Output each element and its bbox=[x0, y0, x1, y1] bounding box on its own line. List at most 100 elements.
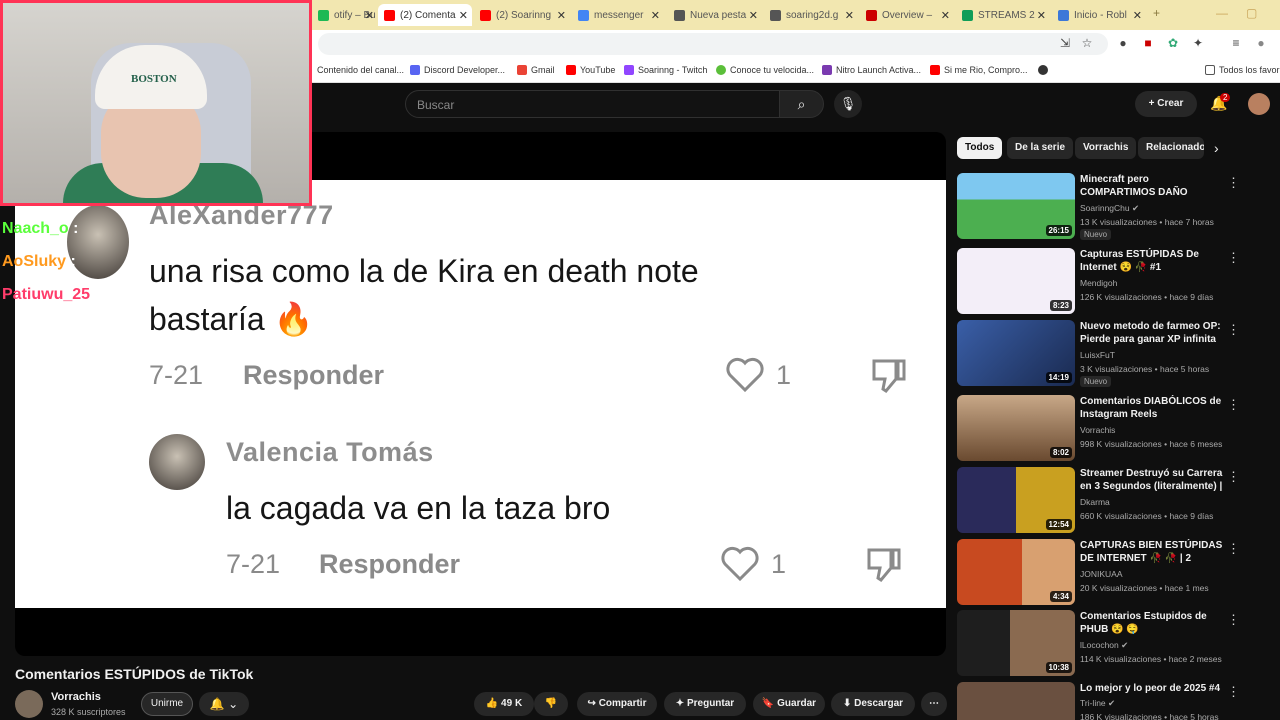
video-thumbnail[interactable]: 12:54 bbox=[957, 467, 1075, 533]
search-button[interactable]: ⌕ bbox=[779, 90, 824, 118]
download-button[interactable]: ⬇ Descargar bbox=[831, 692, 915, 716]
browser-tab-active[interactable]: (2) Comenta ✕ bbox=[378, 4, 472, 26]
browser-tab[interactable]: Overview – ✕ bbox=[860, 4, 954, 26]
sheets-icon bbox=[962, 9, 973, 21]
media-icon[interactable]: ≡ bbox=[1229, 36, 1243, 50]
related-video[interactable]: 12:54 Streamer Destruyó su Carrera en 3 … bbox=[957, 467, 1267, 535]
close-tab-icon[interactable]: ✕ bbox=[1133, 9, 1142, 22]
video-thumbnail[interactable]: 8:02 bbox=[957, 395, 1075, 461]
bookmark-item[interactable]: Nitro Launch Activa... bbox=[822, 65, 921, 75]
dislike-button[interactable]: 👎 bbox=[534, 692, 568, 716]
channel-avatar[interactable] bbox=[15, 690, 43, 718]
install-icon[interactable]: ⇲ bbox=[1058, 36, 1072, 50]
join-button[interactable]: Unirme bbox=[141, 692, 193, 716]
browser-tab[interactable]: STREAMS 2 ✕ bbox=[956, 4, 1050, 26]
browser-tab[interactable]: messenger ✕ bbox=[572, 4, 664, 26]
more-vert-icon[interactable]: ⋮ bbox=[1227, 541, 1240, 557]
minimize-icon[interactable]: — bbox=[1216, 6, 1228, 20]
browser-tab[interactable]: soaring2d.g ✕ bbox=[764, 4, 858, 26]
close-tab-icon[interactable]: ✕ bbox=[459, 9, 468, 22]
bookmark-item[interactable]: Contenido del canal... bbox=[317, 65, 404, 75]
spotify-icon bbox=[318, 9, 329, 21]
close-tab-icon[interactable]: ✕ bbox=[1037, 9, 1046, 22]
close-tab-icon[interactable]: ✕ bbox=[845, 9, 854, 22]
bell-icon: 🔔 ⌄ bbox=[209, 697, 239, 711]
comment-date: 7-21 bbox=[149, 360, 204, 390]
related-video[interactable]: 8:23 Capturas ESTÚPIDAS De Internet 😵 🥀 … bbox=[957, 248, 1267, 316]
browser-tab[interactable]: Nueva pesta ✕ bbox=[668, 4, 762, 26]
maximize-icon[interactable]: ▢ bbox=[1246, 6, 1257, 20]
chip-related[interactable]: Relacionado bbox=[1138, 137, 1204, 159]
related-video[interactable]: Lo mejor y lo peor de 2025 #4 Tri-line ✔… bbox=[957, 682, 1267, 720]
more-vert-icon[interactable]: ⋮ bbox=[1227, 250, 1240, 266]
related-video[interactable]: 8:02 Comentarios DIABÓLICOS de Instagram… bbox=[957, 395, 1267, 463]
video-player[interactable]: AleXander777 una risa como la de Kira en… bbox=[15, 132, 946, 656]
chip-channel[interactable]: Vorrachis bbox=[1075, 137, 1137, 159]
related-video[interactable]: 10:38 Comentarios Estupidos de PHUB 😵 🤤 … bbox=[957, 610, 1267, 678]
account-avatar[interactable] bbox=[1248, 93, 1270, 115]
more-vert-icon[interactable]: ⋮ bbox=[1227, 469, 1240, 485]
extension-icon[interactable]: ✿ bbox=[1166, 36, 1180, 50]
close-tab-icon[interactable]: ✕ bbox=[651, 9, 660, 22]
like-button[interactable]: 👍 49 K bbox=[474, 692, 534, 716]
video-thumbnail[interactable]: 4:34 bbox=[957, 539, 1075, 605]
more-vert-icon[interactable]: ⋮ bbox=[1227, 684, 1240, 700]
chat-message: AoSluky : bbox=[2, 253, 76, 270]
channel-name[interactable]: Vorrachis bbox=[51, 691, 101, 703]
bookmark-item[interactable]: Discord Developer... bbox=[410, 65, 505, 75]
ask-button[interactable]: ✦ Preguntar bbox=[664, 692, 746, 716]
extension-icon[interactable]: ● bbox=[1116, 36, 1130, 50]
more-vert-icon[interactable]: ⋮ bbox=[1227, 175, 1240, 191]
bookmark-star-icon[interactable]: ☆ bbox=[1080, 36, 1094, 50]
bookmark-item[interactable]: YouTube bbox=[566, 65, 615, 75]
more-vert-icon[interactable]: ⋮ bbox=[1227, 612, 1240, 628]
related-video[interactable]: 4:34 CAPTURAS BIEN ESTÚPIDAS DE INTERNET… bbox=[957, 539, 1267, 607]
browser-tab[interactable]: (2) Soarinng ✕ bbox=[474, 4, 570, 26]
more-vert-icon[interactable]: ⋮ bbox=[1227, 397, 1240, 413]
sparkle-icon: ✦ bbox=[675, 698, 687, 709]
chip-all[interactable]: Todos bbox=[957, 137, 1003, 159]
close-tab-icon[interactable]: ✕ bbox=[749, 9, 758, 22]
subscription-bell-button[interactable]: 🔔 ⌄ bbox=[199, 692, 249, 716]
video-thumbnail[interactable]: 26:15 bbox=[957, 173, 1075, 239]
globe-icon bbox=[770, 9, 781, 21]
speedtest-icon bbox=[716, 65, 726, 75]
browser-tab[interactable]: Inicio - Robl ✕ bbox=[1052, 4, 1146, 26]
bookmark-item[interactable]: Si me Rio, Compro... bbox=[930, 65, 1028, 75]
browser-tab[interactable]: otify – Bu ✕ bbox=[312, 4, 378, 26]
share-button[interactable]: ↪ Compartir bbox=[577, 692, 657, 716]
share-icon: ↪ bbox=[587, 698, 599, 709]
close-tab-icon[interactable]: ✕ bbox=[365, 9, 374, 22]
save-button[interactable]: 🔖 Guardar bbox=[753, 692, 825, 716]
video-thumbnail[interactable]: 8:23 bbox=[957, 248, 1075, 314]
video-thumbnail[interactable] bbox=[957, 682, 1075, 720]
extensions-puzzle-icon[interactable]: ✦ bbox=[1191, 36, 1205, 50]
more-vert-icon[interactable]: ⋮ bbox=[1227, 322, 1240, 338]
voice-search-button[interactable]: 🎙 bbox=[834, 90, 862, 118]
related-video[interactable]: 14:19 Nuevo metodo de farmeo OP: Pierde … bbox=[957, 320, 1267, 388]
search-input[interactable]: Buscar bbox=[405, 90, 780, 118]
related-video[interactable]: 26:15 Minecraft pero COMPARTIMOS DAÑO So… bbox=[957, 173, 1267, 241]
heart-icon bbox=[726, 357, 764, 393]
create-button[interactable]: + Crear bbox=[1135, 91, 1197, 117]
video-thumbnail[interactable]: 14:19 bbox=[957, 320, 1075, 386]
close-tab-icon[interactable]: ✕ bbox=[941, 9, 950, 22]
profile-icon[interactable]: ● bbox=[1254, 36, 1268, 50]
bookmark-item[interactable]: Conoce tu velocida... bbox=[716, 65, 814, 75]
address-bar[interactable] bbox=[318, 33, 1108, 55]
microphone-icon: 🎙 bbox=[839, 96, 857, 111]
close-tab-icon[interactable]: ✕ bbox=[557, 9, 566, 22]
bookmark-item[interactable]: Soarinng - Twitch bbox=[624, 65, 707, 75]
extension-icon[interactable]: ■ bbox=[1141, 36, 1155, 50]
chevron-right-icon[interactable]: › bbox=[1214, 140, 1219, 156]
globe-icon[interactable] bbox=[1038, 65, 1052, 75]
globe-icon bbox=[674, 9, 685, 21]
cap-text: BOSTON bbox=[131, 73, 177, 85]
new-tab-icon[interactable]: + bbox=[1153, 6, 1160, 20]
video-thumbnail[interactable]: 10:38 bbox=[957, 610, 1075, 676]
overview-icon bbox=[866, 9, 877, 21]
all-bookmarks[interactable]: Todos los favori bbox=[1205, 65, 1280, 75]
bookmark-item[interactable]: Gmail bbox=[517, 65, 555, 75]
chip-series[interactable]: De la serie bbox=[1007, 137, 1074, 159]
more-actions-button[interactable]: ⋯ bbox=[921, 692, 947, 716]
